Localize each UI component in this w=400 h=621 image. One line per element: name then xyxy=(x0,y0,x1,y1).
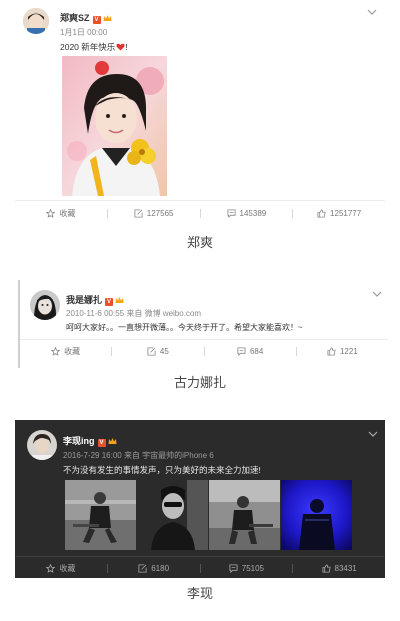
like-button[interactable]: 1221 xyxy=(297,344,388,358)
caption-1: 郑爽 xyxy=(186,235,213,250)
username-text[interactable]: 我是娜扎 xyxy=(66,295,102,305)
like-count: 1221 xyxy=(339,346,358,356)
repost-icon xyxy=(138,563,147,573)
chevron-down-icon[interactable] xyxy=(372,290,382,298)
comment-button[interactable]: 145389 xyxy=(201,206,293,220)
post-text-main: 2020 新年快乐 xyxy=(60,42,116,52)
comment-count: 145389 xyxy=(239,208,267,218)
post-text: 2020 新年快乐! xyxy=(60,41,128,53)
caption-3: 李现 xyxy=(186,586,213,601)
avatar[interactable] xyxy=(30,290,60,320)
like-count: 1251777 xyxy=(330,208,362,218)
heart-icon xyxy=(116,43,125,51)
post-photo[interactable] xyxy=(137,480,208,550)
repost-button[interactable]: 6180 xyxy=(108,561,200,575)
repost-button[interactable]: 127565 xyxy=(108,206,200,220)
comment-button[interactable]: 684 xyxy=(205,344,296,358)
username[interactable]: 郑爽SZ V xyxy=(60,11,112,24)
post-text: 不为没有发生的事情发声，只为美好的未来全力加速! xyxy=(63,465,261,475)
comment-button[interactable]: 75105 xyxy=(201,561,293,575)
like-button[interactable]: 83431 xyxy=(293,561,385,575)
post-meta: 1月1日 00:00 xyxy=(60,28,108,37)
weibo-post-zhengshuang: 郑爽SZ V 1月1日 00:00 2020 新年快乐! 收藏 127565 1… xyxy=(15,0,385,228)
post-photo[interactable] xyxy=(209,480,280,550)
like-button[interactable]: 1251777 xyxy=(293,206,385,220)
crown-icon xyxy=(103,15,112,21)
comment-icon xyxy=(237,346,246,356)
weibo-post-lixian: 李现ing V 2016-7-29 16:00 来自 宇宙最帅的iPhone 6 … xyxy=(15,420,385,578)
post-text: 呵呵大家好。。一直想开微薄。。今天终于开了。希望大家能喜欢！~ xyxy=(66,323,303,332)
verified-badge: V xyxy=(97,439,106,447)
weibo-post-nazha: 我是娜扎 V 2010-11-6 00:55 来自 微博 weibo.com 呵呵… xyxy=(18,280,388,368)
favorite-label: 收藏 xyxy=(64,346,81,356)
comment-icon xyxy=(229,563,238,573)
comment-count: 684 xyxy=(249,346,264,356)
comment-icon xyxy=(227,208,236,218)
star-icon xyxy=(46,208,56,218)
star-icon xyxy=(51,346,61,356)
avatar[interactable] xyxy=(27,430,57,460)
like-icon xyxy=(327,346,336,356)
repost-count: 6180 xyxy=(151,563,170,573)
repost-count: 45 xyxy=(159,346,169,356)
repost-icon xyxy=(147,346,156,356)
action-bar: 收藏 6180 75105 83431 xyxy=(15,561,385,575)
post-photo[interactable] xyxy=(62,56,167,196)
action-bar: 收藏 45 684 1221 xyxy=(20,344,388,358)
favorite-label: 收藏 xyxy=(59,563,76,573)
post-meta: 2010-11-6 00:55 来自 微博 weibo.com xyxy=(66,309,202,318)
username-text[interactable]: 郑爽SZ xyxy=(60,13,90,23)
like-count: 83431 xyxy=(334,563,357,573)
favorite-label: 收藏 xyxy=(59,208,76,218)
post-photo[interactable] xyxy=(65,480,136,550)
divider xyxy=(20,339,388,340)
favorite-button[interactable]: 收藏 xyxy=(15,561,107,575)
star-icon xyxy=(46,563,56,573)
chevron-down-icon[interactable] xyxy=(367,8,377,16)
username[interactable]: 我是娜扎 V xyxy=(66,293,124,306)
action-bar: 收藏 127565 145389 1251777 xyxy=(15,206,385,220)
post-photo[interactable] xyxy=(281,480,352,550)
post-text-suffix: ! xyxy=(125,42,128,52)
like-icon xyxy=(321,563,331,573)
verified-badge: V xyxy=(105,298,114,306)
caption-2: 古力娜扎 xyxy=(173,375,226,390)
username-text[interactable]: 李现ing xyxy=(63,436,95,446)
divider xyxy=(15,556,385,557)
post-meta: 2016-7-29 16:00 来自 宇宙最帅的iPhone 6 xyxy=(63,451,214,460)
repost-count: 127565 xyxy=(146,208,174,218)
favorite-button[interactable]: 收藏 xyxy=(15,206,107,220)
repost-button[interactable]: 45 xyxy=(112,344,203,358)
crown-icon xyxy=(115,297,124,303)
comment-count: 75105 xyxy=(241,563,264,573)
divider xyxy=(15,200,385,201)
avatar[interactable] xyxy=(23,8,49,34)
repost-icon xyxy=(134,208,143,218)
like-icon xyxy=(317,208,326,218)
chevron-down-icon[interactable] xyxy=(368,430,378,438)
favorite-button[interactable]: 收藏 xyxy=(20,344,111,358)
verified-badge: V xyxy=(92,16,101,24)
crown-icon xyxy=(108,438,116,444)
username[interactable]: 李现ing V xyxy=(63,434,117,447)
